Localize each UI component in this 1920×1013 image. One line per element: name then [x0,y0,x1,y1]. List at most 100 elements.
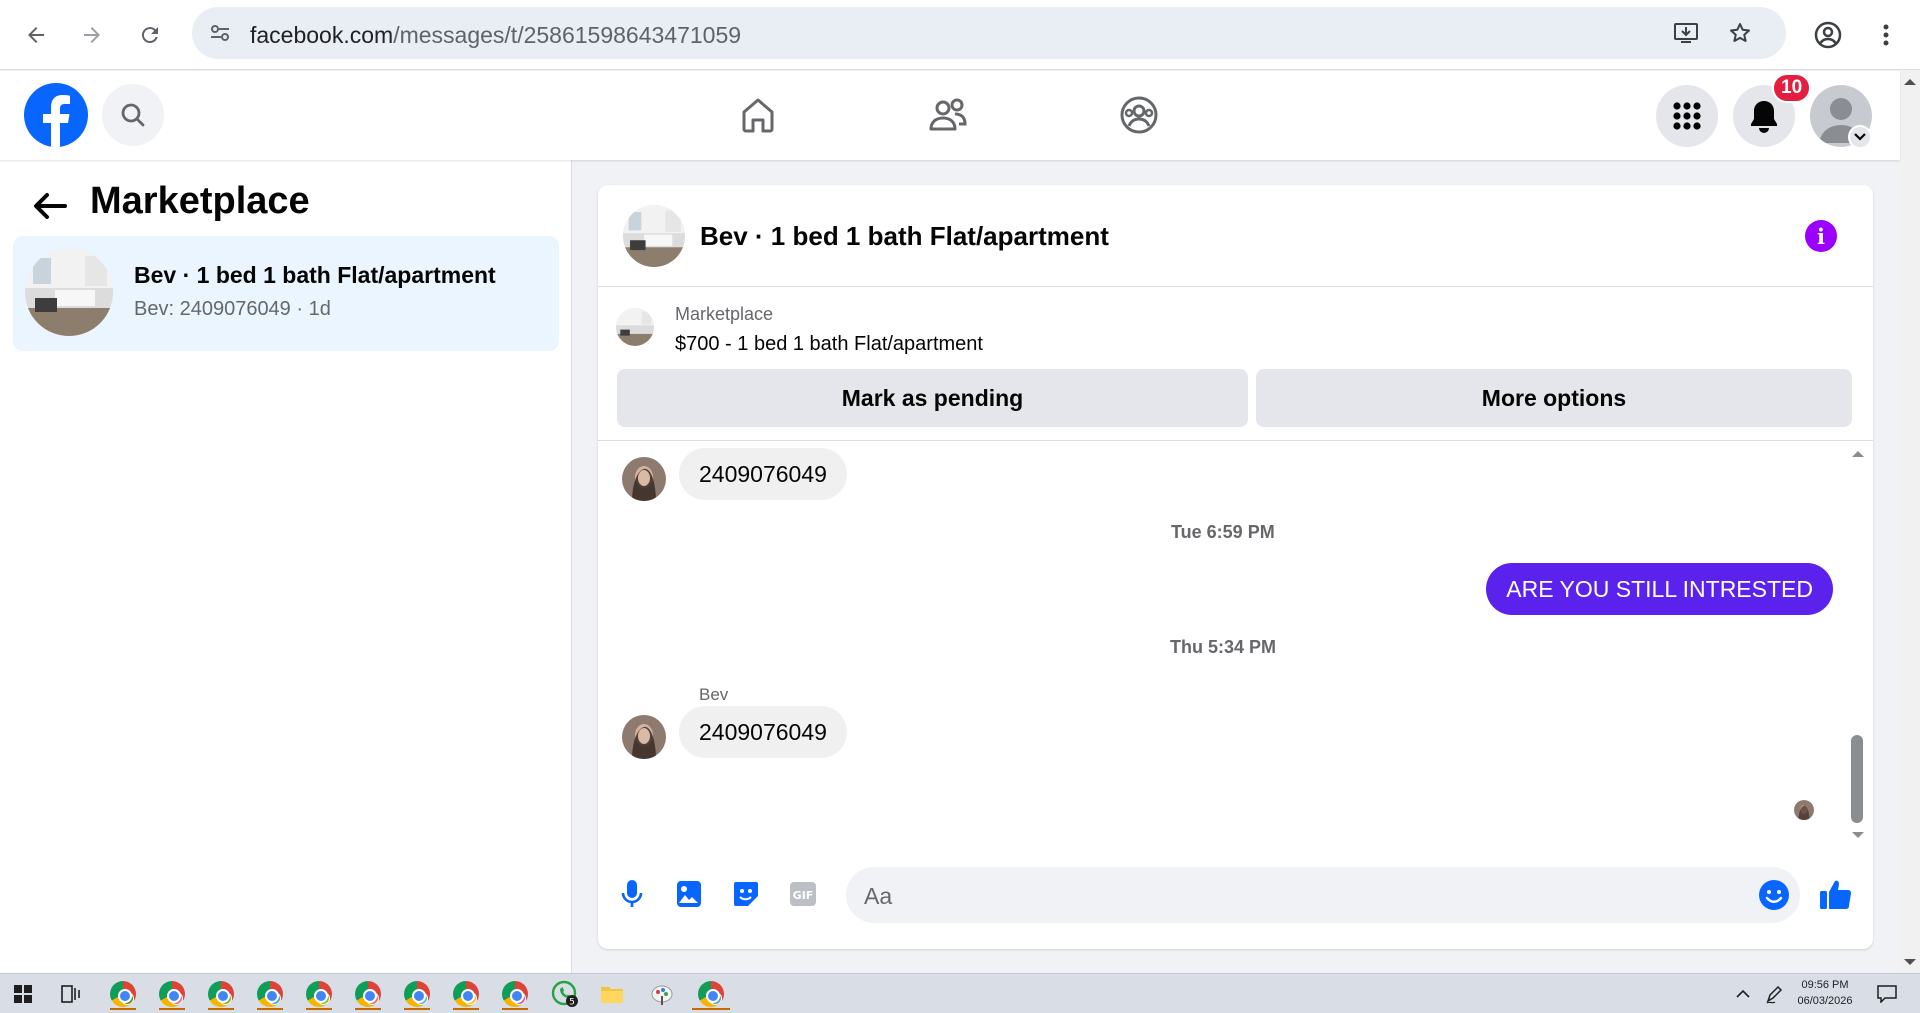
taskbar-clock[interactable]: 09:56 PM 06/03/2026 [1790,977,1860,1009]
chevron-down-icon [1854,133,1866,141]
info-icon[interactable]: i [1805,220,1837,252]
chrome-icon [257,981,283,1007]
chat-header: Bev · 1 bed 1 bath Flat/apartment i [598,185,1873,287]
sender-avatar[interactable] [622,457,666,501]
groups-nav-button[interactable] [1111,87,1167,143]
reload-button[interactable] [130,15,170,55]
emoji-icon [1759,880,1789,910]
arrow-left-icon [34,193,67,219]
start-button[interactable] [4,978,42,1010]
photo-icon [677,881,701,907]
gif-button[interactable]: GIF [783,874,823,914]
friends-icon [929,98,967,131]
site-info-icon[interactable] [206,19,234,47]
facebook-top-nav: 10 [0,71,1900,160]
task-view-icon [61,985,80,1003]
seen-receipt-avatar [1794,800,1814,820]
incoming-message[interactable]: 2409076049 [679,448,847,500]
sticker-button[interactable] [726,874,766,914]
taskbar-chrome-3[interactable] [202,978,240,1010]
browser-menu-button[interactable] [1866,15,1906,55]
bookmark-star-icon[interactable] [1726,19,1754,47]
voice-clip-button[interactable] [612,874,652,914]
clock-time: 09:56 PM [1801,979,1849,991]
taskbar-file-explorer[interactable] [593,978,631,1010]
more-options-button[interactable]: More options [1256,369,1852,427]
chat-panel: Bev · 1 bed 1 bath Flat/apartment i Mark… [598,185,1873,949]
conversation-item[interactable]: Bev · 1 bed 1 bath Flat/apartment Bev: 2… [13,236,559,351]
outgoing-message[interactable]: ARE YOU STILL INTRESTED [1486,563,1833,615]
apartment-photo-icon [623,205,685,267]
taskbar-whatsapp[interactable]: 5 [546,978,584,1010]
taskbar-paint[interactable] [643,978,681,1010]
back-button[interactable] [16,15,56,55]
profile-button[interactable] [1808,15,1848,55]
conversation-title: Bev · 1 bed 1 bath Flat/apartment [134,262,496,288]
taskbar-chrome-active[interactable] [692,978,730,1010]
sidebar-back-button[interactable] [28,184,72,228]
chat-listing-thumbnail[interactable] [623,205,685,267]
taskbar-chrome-1[interactable] [104,978,142,1010]
taskbar-chrome-9[interactable] [496,978,534,1010]
chrome-icon [159,981,185,1007]
listing-price-title[interactable]: $700 - 1 bed 1 bath Flat/apartment [675,333,983,356]
home-icon [742,98,774,133]
message-scroll-thumb[interactable] [1851,735,1863,823]
search-button[interactable] [102,84,164,146]
whatsapp-icon: 5 [551,980,578,1008]
paint-palette-icon [651,985,673,1005]
menu-button[interactable] [1656,85,1718,147]
marketplace-listing-panel: Marketplace $700 - 1 bed 1 bath Flat/apa… [598,288,1873,441]
message-timestamp: Tue 6:59 PM [1171,522,1275,542]
gif-icon: GIF [790,882,816,906]
scroll-arrows-icon [1904,79,1916,965]
action-center-button[interactable] [1868,978,1906,1010]
reload-icon [141,27,158,44]
chrome-icon [306,981,332,1007]
sender-avatar[interactable] [622,715,666,759]
facebook-logo[interactable] [24,83,88,147]
person-photo-icon [1794,800,1814,820]
incoming-message[interactable]: 2409076049 [679,706,847,758]
taskbar-chrome-7[interactable] [398,978,436,1010]
whatsapp-badge: 5 [569,998,575,1008]
address-bar[interactable]: facebook.com/messages/t/2586159864347105… [192,7,1786,59]
sidebar-title: Marketplace [90,180,310,222]
install-app-icon[interactable] [1672,19,1700,47]
apartment-photo-icon [25,248,113,336]
like-button[interactable] [1816,874,1856,914]
folder-icon [601,987,623,1003]
forward-button[interactable] [72,15,112,55]
thumbs-up-icon [1820,880,1852,910]
task-view-button[interactable] [52,978,90,1010]
conversation-preview: Bev: 2409076049 · 1d [134,298,331,320]
friends-nav-button[interactable] [920,87,976,143]
clock-date: 06/03/2026 [1797,995,1853,1007]
chat-title[interactable]: Bev · 1 bed 1 bath Flat/apartment [700,221,1109,252]
windows-taskbar: 5 09:56 PM 06/03/2026 [0,973,1920,1013]
taskbar-chrome-5[interactable] [300,978,338,1010]
taskbar-chrome-6[interactable] [349,978,387,1010]
arrow-right-icon [84,27,100,43]
attach-photo-button[interactable] [669,874,709,914]
chevron-up-icon [1736,989,1750,998]
notification-badge: 10 [1772,73,1812,103]
home-nav-button[interactable] [730,87,786,143]
account-dropdown[interactable] [1848,125,1872,149]
person-photo-icon [622,715,666,759]
chrome-icon [208,981,234,1007]
taskbar-chrome-4[interactable] [251,978,289,1010]
listing-thumbnail [25,248,113,336]
taskbar-chrome-2[interactable] [153,978,191,1010]
taskbar-chrome-8[interactable] [447,978,485,1010]
emoji-button[interactable] [1754,875,1794,915]
marketplace-label: Marketplace [675,304,774,324]
listing-mini-thumbnail[interactable] [616,308,654,346]
notification-center-icon [1877,985,1897,1003]
page-scrollbar[interactable] [1900,71,1920,973]
pen-tray-button[interactable] [1756,978,1794,1010]
account-circle-icon [1814,21,1842,49]
mark-as-pending-button[interactable]: Mark as pending [617,369,1248,427]
message-list[interactable]: 2409076049 Tue 6:59 PM ARE YOU STILL INT… [598,442,1873,847]
message-input[interactable]: Aa [846,867,1800,923]
